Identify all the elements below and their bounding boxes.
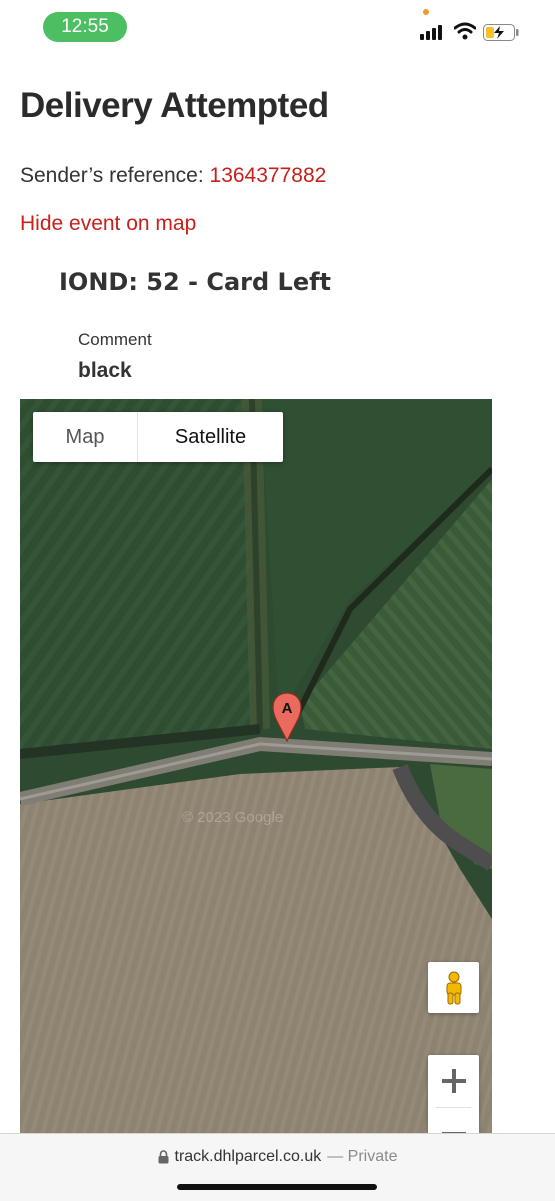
url-domain: track.dhlparcel.co.uk xyxy=(174,1148,322,1165)
map-type-control: Map Satellite xyxy=(33,412,283,462)
browser-address-bar[interactable]: track.dhlparcel.co.uk — Private xyxy=(0,1133,555,1201)
pegman-button[interactable] xyxy=(428,962,479,1013)
battery-charging-icon xyxy=(483,24,519,41)
event-heading: IOND: 52 - Card Left xyxy=(59,268,332,296)
zoom-in-button[interactable] xyxy=(428,1055,479,1107)
sender-reference: Sender’s reference: 1364377882 xyxy=(20,164,326,188)
map-marker-label: A xyxy=(282,700,293,717)
status-time: 12:55 xyxy=(43,12,127,42)
satellite-map[interactable]: © 2023 Google A Map Satellite xyxy=(20,399,492,1159)
home-indicator[interactable] xyxy=(177,1184,377,1190)
wifi-icon xyxy=(454,22,476,40)
privacy-indicator-dot xyxy=(423,9,429,15)
url-display[interactable]: track.dhlparcel.co.uk — Private xyxy=(0,1148,555,1166)
svg-text:© 2023 Google: © 2023 Google xyxy=(182,809,283,826)
sender-reference-value: 1364377882 xyxy=(209,164,327,187)
sender-reference-label: Sender’s reference: xyxy=(20,164,204,187)
page-title: Delivery Attempted xyxy=(20,86,329,125)
comment-value: black xyxy=(78,359,132,382)
lock-icon xyxy=(158,1150,169,1164)
private-mode-label: — Private xyxy=(327,1148,398,1165)
map-type-satellite-button[interactable]: Satellite xyxy=(138,412,283,462)
satellite-imagery[interactable]: © 2023 Google A xyxy=(20,399,492,1159)
map-type-map-button[interactable]: Map xyxy=(33,412,138,462)
pegman-icon xyxy=(446,971,461,1004)
cellular-signal-icon xyxy=(420,24,444,40)
comment-label: Comment xyxy=(78,330,152,349)
hide-event-on-map-link[interactable]: Hide event on map xyxy=(20,212,196,236)
zoom-in-icon xyxy=(441,1069,466,1093)
status-bar: 12:55 xyxy=(0,0,555,56)
